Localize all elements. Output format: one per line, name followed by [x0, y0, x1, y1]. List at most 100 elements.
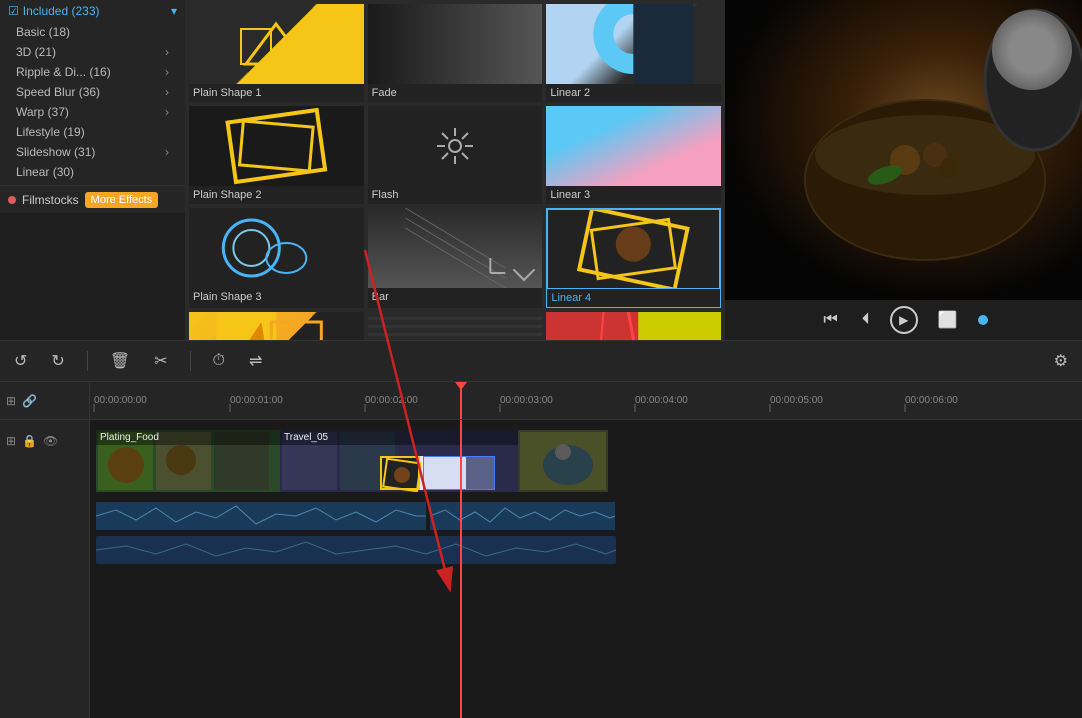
effect-label: Linear 4 [547, 289, 720, 307]
expand-arrow: › [165, 45, 169, 59]
more-effects-button[interactable]: More Effects [85, 192, 159, 208]
effect-flash[interactable]: Flash [368, 106, 543, 204]
redo-button[interactable]: ↻ [45, 347, 70, 375]
sidebar-item-label: Linear (30) [16, 165, 74, 179]
audio-clip-2[interactable] [430, 502, 615, 530]
included-label: Included (233) [23, 4, 100, 18]
included-header[interactable]: ☑ Included (233) ▾ [0, 0, 185, 22]
clip-travel-05[interactable]: Travel_05 [280, 430, 520, 492]
track-header-tools: ⊞ 🔗 [0, 382, 89, 420]
sidebar-item-label: Basic (18) [16, 25, 70, 39]
toolbar: ↺ ↻ 🗑 ✂ ⏱ ⇌ ⚙ [0, 340, 1082, 382]
sidebar-item-label: Lifestyle (19) [16, 125, 85, 139]
effect-label: Flash [368, 186, 543, 204]
expand-arrow: › [165, 105, 169, 119]
settings-button[interactable]: ⚙ [1048, 347, 1074, 375]
effect-plain-shape-3[interactable]: Plain Shape 3 [189, 208, 364, 308]
filmstocks-label: Filmstocks [22, 193, 79, 207]
history-button[interactable]: ⏱ [207, 348, 231, 374]
toolbar-right: ⚙ [1048, 347, 1074, 375]
adjust-button[interactable]: ⇌ [243, 347, 268, 375]
audio-clip-1[interactable] [96, 502, 426, 530]
sidebar-item-basic[interactable]: Basic (18) [0, 22, 185, 42]
track-lock-button[interactable]: 🔒 [22, 434, 37, 448]
playhead-ruler [460, 382, 462, 419]
effect-thumb [368, 4, 543, 84]
sidebar-item-slideshow[interactable]: Slideshow (31) › [0, 142, 185, 162]
effect-fade[interactable]: Fade [368, 4, 543, 102]
add-track-button[interactable]: ⊞ [6, 394, 16, 408]
clip-label: Travel_05 [280, 430, 520, 445]
effect-thumb [368, 106, 543, 186]
cut-button[interactable]: ✂ [148, 347, 173, 375]
stop-button[interactable]: ⬜ [934, 306, 962, 334]
sidebar-item-linear[interactable]: Linear (30) [0, 162, 185, 182]
filmstocks-bar: Filmstocks More Effects [0, 185, 185, 213]
sidebar-item-lifestyle[interactable]: Lifestyle (19) [0, 122, 185, 142]
preview-controls: ⏮ ⏴ ▶ ⬜ [725, 300, 1082, 340]
track-headers: ⊞ 🔗 ⊞ 🔒 👁 [0, 382, 90, 718]
sidebar-item-warp[interactable]: Warp (37) › [0, 102, 185, 122]
clip-kayak[interactable] [518, 430, 608, 492]
audio-track-2[interactable] [96, 536, 616, 564]
preview-image [725, 0, 1082, 300]
track-visibility-button[interactable]: 👁 [43, 434, 58, 448]
collapse-arrow: ▾ [171, 4, 177, 18]
expand-arrow: › [165, 85, 169, 99]
delete-button[interactable]: 🗑 [104, 347, 136, 375]
left-categories: ☑ Included (233) ▾ Basic (18) 3D (21) › … [0, 0, 185, 185]
effect-thumb [368, 312, 543, 340]
audio-track-1 [90, 502, 1082, 530]
effect-label: Plain Shape 3 [189, 288, 364, 306]
play-button[interactable]: ▶ [890, 306, 918, 334]
tracks-content: Plating_Food Travel_05 [90, 420, 1082, 718]
effect-label: Fade [368, 84, 543, 102]
effect-bar[interactable]: Bar [368, 208, 543, 308]
link-button[interactable]: 🔗 [22, 394, 37, 408]
time-ruler: 00:00:00:00 00:00:01:00 00:00:02:00 00:0… [90, 382, 1082, 420]
toolbar-separator [190, 351, 191, 371]
clip-plating-food[interactable]: Plating_Food [96, 430, 281, 492]
applied-effect-thumb [380, 456, 420, 490]
sidebar-item-label: Ripple & Di... (16) [16, 65, 111, 79]
applied-effect-2 [423, 456, 495, 490]
timeline-area: ⊞ 🔗 ⊞ 🔒 👁 00:00:00:00 00:00:01:00 00:00:… [0, 382, 1082, 718]
effect-thumb [546, 312, 721, 340]
preview-panel: ⏮ ⏴ ▶ ⬜ [725, 0, 1082, 340]
effect-linear-4[interactable]: Linear 4 [546, 208, 721, 308]
effect-thumb [368, 208, 543, 288]
effect-row4-3[interactable] [546, 312, 721, 340]
effect-thumb [189, 106, 364, 186]
timeline-tracks: 00:00:00:00 00:00:01:00 00:00:02:00 00:0… [90, 382, 1082, 718]
check-icon: ☑ [8, 4, 19, 18]
effect-thumb [546, 106, 721, 186]
sidebar-item-label: 3D (21) [16, 45, 56, 59]
effect-plain-shape-2[interactable]: Plain Shape 2 [189, 106, 364, 204]
sidebar-item-speedblur[interactable]: Speed Blur (36) › [0, 82, 185, 102]
sidebar-item-label: Warp (37) [16, 105, 69, 119]
track-grid-button[interactable]: ⊞ [6, 434, 16, 448]
effect-label: Plain Shape 1 [189, 84, 364, 102]
video-track: Plating_Food Travel_05 [90, 430, 1082, 495]
effect-linear-3[interactable]: Linear 3 [546, 106, 721, 204]
effect-row4-2[interactable] [368, 312, 543, 340]
undo-button[interactable]: ↺ [8, 347, 33, 375]
playhead-triangle [455, 382, 467, 390]
effect-linear-2[interactable]: Linear 2 [546, 4, 721, 102]
effect-thumb [189, 312, 364, 340]
clip-label: Plating_Food [96, 430, 281, 445]
toolbar-separator [87, 351, 88, 371]
expand-arrow: › [165, 145, 169, 159]
effect-thumb [189, 4, 364, 84]
effect-plain-shape-1[interactable]: Plain Shape 1 [189, 4, 364, 102]
effect-thumb [547, 209, 720, 289]
effect-row4-1[interactable] [189, 312, 364, 340]
sidebar-item-ripple[interactable]: Ripple & Di... (16) › [0, 62, 185, 82]
effect-label: Linear 3 [546, 186, 721, 204]
sidebar-item-3d[interactable]: 3D (21) › [0, 42, 185, 62]
playback-dot [978, 315, 988, 325]
effect-label: Linear 2 [546, 84, 721, 102]
rewind-button[interactable]: ⏮ [819, 307, 841, 333]
effects-grid: Plain Shape 1 Fade Linear 2 Plain Shape … [185, 0, 725, 340]
step-back-button[interactable]: ⏴ [858, 307, 874, 333]
